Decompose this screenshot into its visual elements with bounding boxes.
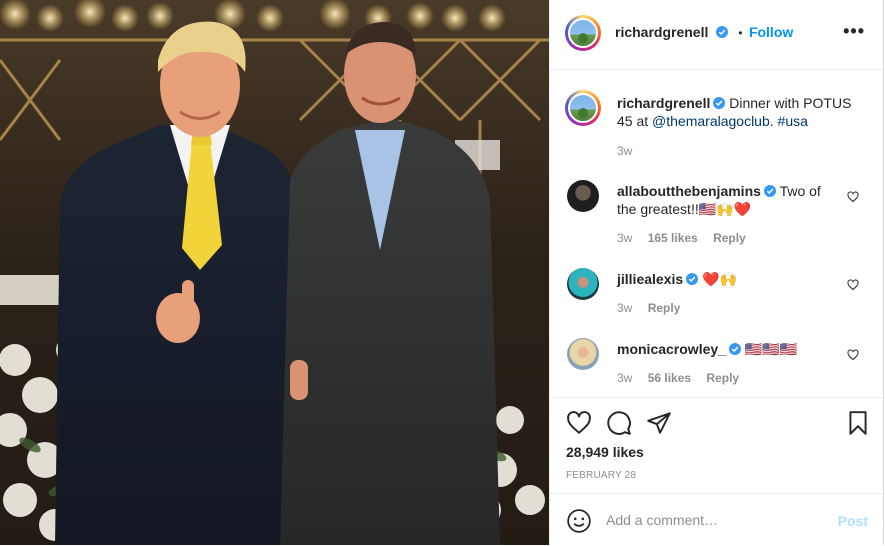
comment-time[interactable]: 3w xyxy=(617,371,632,385)
comment-body: ❤️🙌 xyxy=(702,271,737,287)
caption-username[interactable]: richardgrenell xyxy=(617,95,710,111)
author-avatar[interactable] xyxy=(565,15,601,51)
likes-count[interactable]: 28,949 likes xyxy=(566,444,644,460)
comment-likes[interactable]: 165 likes xyxy=(648,231,698,245)
commenter-avatar[interactable] xyxy=(567,180,599,212)
post-actions: 28,949 likes FEBRUARY 28 xyxy=(550,397,885,494)
comment-likes[interactable]: 56 likes xyxy=(648,371,691,385)
caption-meta: 3w xyxy=(617,144,644,158)
reply-button[interactable]: Reply xyxy=(706,371,739,385)
comment-username[interactable]: jilliealexis xyxy=(617,271,683,287)
verified-badge-icon xyxy=(715,26,728,38)
save-bookmark-icon[interactable] xyxy=(845,410,871,436)
comment-composer: Post xyxy=(550,493,885,546)
comment-time[interactable]: 3w xyxy=(617,301,632,315)
post-photo[interactable] xyxy=(0,0,549,545)
verified-badge-icon xyxy=(713,97,726,109)
caption-time[interactable]: 3w xyxy=(617,144,632,158)
comment-meta: 3w 165 likes Reply xyxy=(617,231,758,245)
comment-text: allaboutthebenjamins Two of the greatest… xyxy=(617,182,837,218)
reply-button[interactable]: Reply xyxy=(648,301,681,315)
comment-body: 🇺🇸🇺🇸🇺🇸 xyxy=(744,341,798,357)
photo-image xyxy=(0,0,549,545)
like-heart-icon[interactable] xyxy=(566,410,592,436)
separator-dot: • xyxy=(738,26,743,40)
commenter-avatar[interactable] xyxy=(567,338,599,370)
caption-text: richardgrenell Dinner with POTUS 45 at @… xyxy=(617,94,862,130)
share-paper-plane-icon[interactable] xyxy=(646,410,672,436)
like-comment-heart-icon[interactable] xyxy=(847,279,859,291)
reply-button[interactable]: Reply xyxy=(713,231,746,245)
author-line: richardgrenell • Follow xyxy=(615,24,793,42)
follow-button[interactable]: Follow xyxy=(749,24,793,40)
author-username[interactable]: richardgrenell xyxy=(615,24,708,40)
verified-badge-icon xyxy=(763,185,776,197)
verified-badge-icon xyxy=(686,273,699,285)
comment-bubble-icon[interactable] xyxy=(606,410,632,436)
more-options-icon[interactable]: ••• xyxy=(843,22,865,40)
comment-text: jilliealexis ❤️🙌 xyxy=(617,270,837,288)
caption-mention[interactable]: @themaralagoclub xyxy=(652,113,770,129)
comment-username[interactable]: allaboutthebenjamins xyxy=(617,183,761,199)
post-panel: richardgrenell • Follow ••• richardgrene… xyxy=(549,0,885,546)
like-comment-heart-icon[interactable] xyxy=(847,191,859,203)
comments-list[interactable]: richardgrenell Dinner with POTUS 45 at @… xyxy=(550,70,885,397)
caption-avatar[interactable] xyxy=(565,90,601,126)
like-comment-heart-icon[interactable] xyxy=(847,349,859,361)
comment-input[interactable] xyxy=(606,510,826,530)
comment-username[interactable]: monicacrowley_ xyxy=(617,341,726,357)
caption-hashtag[interactable]: #usa xyxy=(778,113,808,129)
comment-meta: 3w Reply xyxy=(617,301,692,315)
commenter-avatar[interactable] xyxy=(567,268,599,300)
comment-meta: 3w 56 likes Reply xyxy=(617,371,751,385)
comment-text: monicacrowley_ 🇺🇸🇺🇸🇺🇸 xyxy=(617,340,837,358)
post-date[interactable]: FEBRUARY 28 xyxy=(566,470,636,481)
caption-dot: . xyxy=(769,113,774,129)
post-header: richardgrenell • Follow ••• xyxy=(550,0,883,70)
verified-badge-icon xyxy=(728,343,741,355)
post-comment-button[interactable]: Post xyxy=(838,513,868,529)
comment-time[interactable]: 3w xyxy=(617,231,632,245)
emoji-icon[interactable] xyxy=(566,508,592,534)
